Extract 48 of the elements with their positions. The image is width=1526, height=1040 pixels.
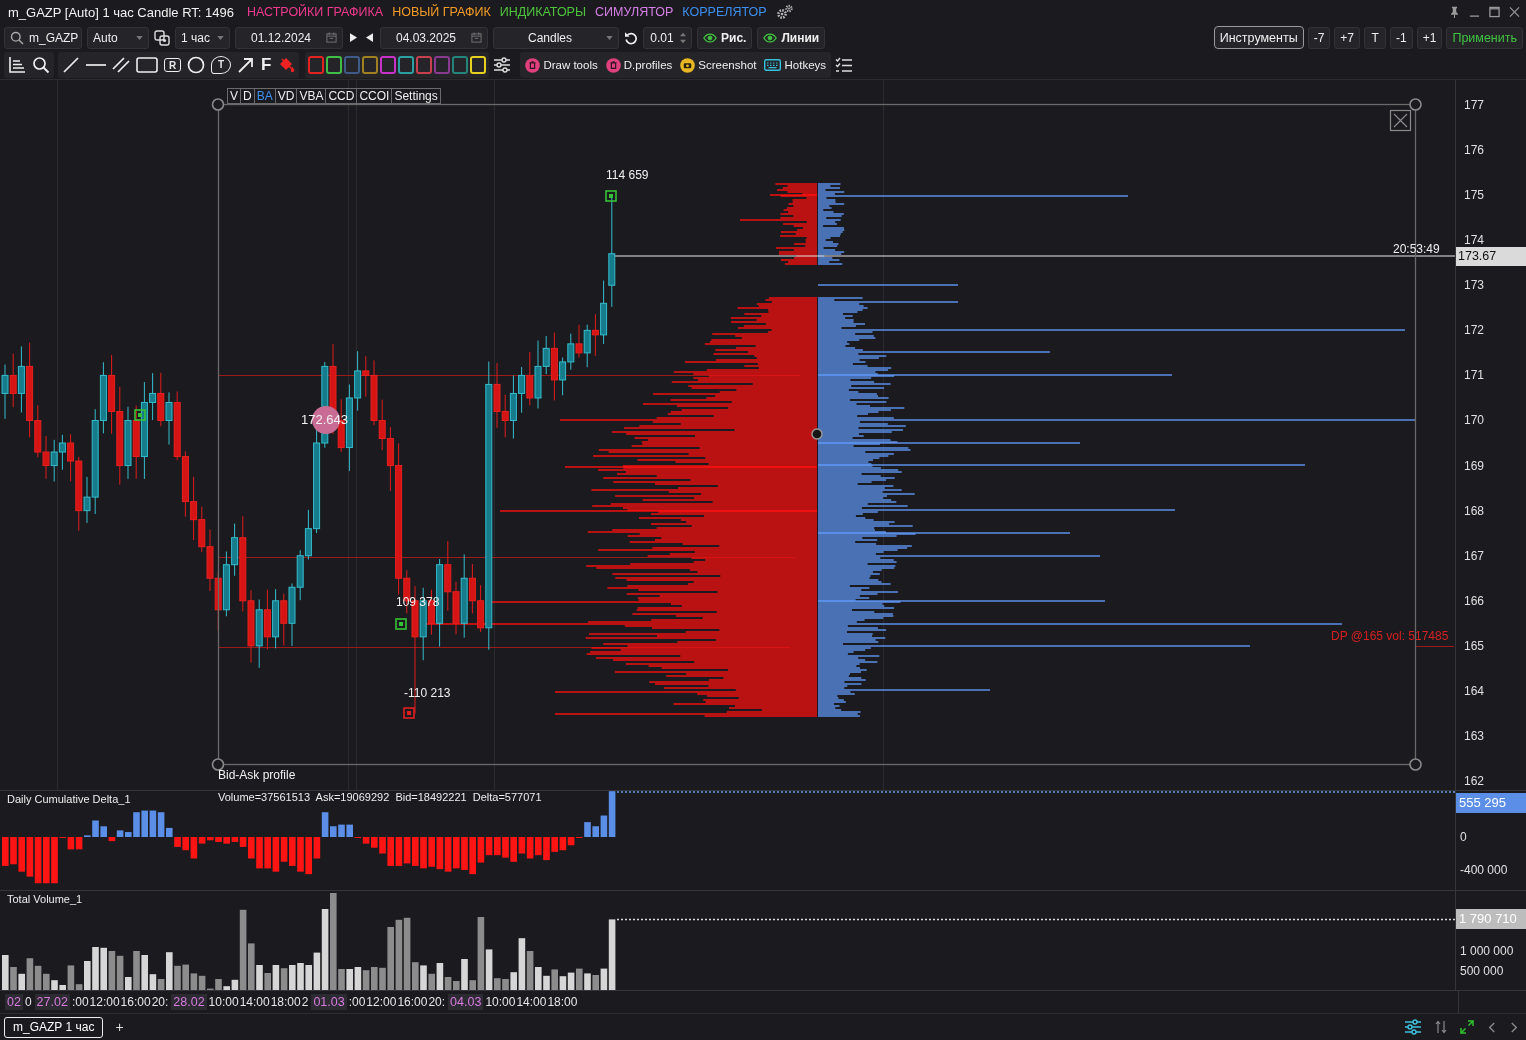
time-axis-label: 18:00 — [270, 995, 301, 1009]
profile-title: Bid-Ask profile — [218, 768, 296, 782]
last-value-tag: 1 790 710 — [1456, 909, 1526, 929]
date-label: 01.03 — [311, 994, 347, 1010]
last-price-tag: 173.67 — [1456, 247, 1526, 266]
time-axis-label: :00 — [348, 995, 366, 1009]
price-axis-label: 167 — [1464, 548, 1485, 563]
time-axis-label: 14:00 — [516, 995, 547, 1009]
axis-label: -400 000 — [1460, 862, 1508, 878]
time-axis-label: 2 — [301, 995, 309, 1009]
time-axis-label: 20: — [428, 995, 446, 1009]
time-axis-label: 10:00 — [485, 995, 516, 1009]
price-axis-label: 174 — [1464, 233, 1485, 248]
time-axis-label: :00 — [71, 995, 89, 1009]
price-axis-label: 172 — [1464, 323, 1485, 338]
panel-title: Total Volume_1 — [7, 893, 83, 905]
price-axis-label: 169 — [1464, 458, 1485, 473]
price-axis-label: 171 — [1464, 368, 1485, 383]
date-label: 27.02 — [34, 994, 70, 1010]
price-axis-label: 163 — [1464, 728, 1485, 743]
price-axis-label: 176 — [1464, 143, 1485, 158]
price-axis-label: 162 — [1464, 773, 1485, 788]
axis-label: 1 000 000 — [1460, 943, 1514, 959]
time-axis-label: 12:00 — [366, 995, 397, 1009]
price-axis-label: 177 — [1464, 98, 1485, 112]
time-axis-label: 18:00 — [547, 995, 578, 1009]
time-axis-label: 14:00 — [239, 995, 270, 1009]
price-axis-label: 166 — [1464, 593, 1485, 608]
time-axis-label: 10:00 — [208, 995, 239, 1009]
time-axis-label: 16:00 — [397, 995, 428, 1009]
axis-label: 0 — [1460, 829, 1467, 845]
last-value-tag: 555 295 — [1456, 793, 1526, 813]
time-axis-label: 12:00 — [89, 995, 120, 1009]
price-axis-label: 175 — [1464, 188, 1485, 203]
window-title: m_GAZP [Auto] 1 час Candle RT: 1496 — [8, 4, 234, 20]
time-axis-label: 16:00 — [120, 995, 151, 1009]
axis-label: 500 000 — [1460, 963, 1504, 979]
time-axis-label: 20: — [151, 995, 169, 1009]
delta-value-label: 114 659 — [606, 168, 649, 182]
time-axis-label: 0 — [24, 995, 32, 1009]
price-axis-label: 168 — [1464, 503, 1485, 518]
date-label: 02 — [5, 994, 23, 1010]
price-axis-label: 165 — [1464, 638, 1485, 653]
price-axis-label: 170 — [1464, 413, 1485, 428]
price-axis-label: 173 — [1464, 278, 1485, 293]
date-label: 04.03 — [448, 994, 484, 1010]
price-axis-label: 164 — [1464, 683, 1485, 698]
date-label: 28.02 — [171, 994, 207, 1010]
